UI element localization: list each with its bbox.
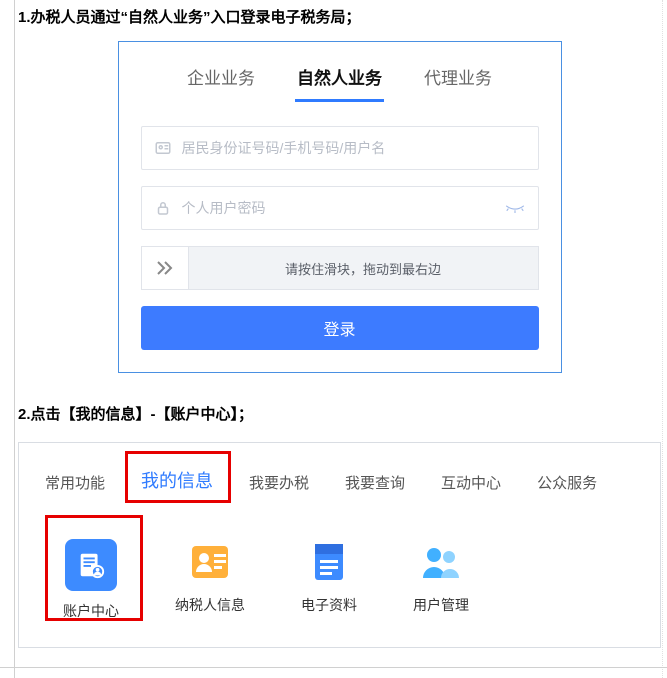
tile-label: 用户管理 — [413, 595, 469, 615]
lock-icon — [154, 199, 172, 217]
step1-text: 1.办税人员通过“自然人业务”入口登录电子税务局； — [18, 6, 661, 27]
tab-enterprise[interactable]: 企业业务 — [185, 60, 257, 102]
tile-user-mgmt[interactable]: 用户管理 — [413, 539, 469, 621]
nav-tab-handle[interactable]: 我要办税 — [245, 466, 313, 505]
nav-tab-interact[interactable]: 互动中心 — [437, 466, 505, 505]
tile-e-docs[interactable]: 电子资料 — [301, 539, 357, 621]
login-button[interactable]: 登录 — [141, 306, 539, 350]
tab-individual[interactable]: 自然人业务 — [295, 60, 384, 102]
captcha-slider[interactable]: 请按住滑块，拖动到最右边 — [141, 246, 539, 290]
pw-placeholder: 个人用户密码 — [182, 198, 504, 218]
tile-label: 账户中心 — [63, 601, 119, 621]
user-mgmt-icon — [418, 539, 464, 585]
tiles: 账户中心 纳税人信息 — [41, 539, 638, 621]
login-card: 企业业务 自然人业务 代理业务 居民身份证号码/手机号码/用户名 个人用户密码 — [118, 41, 562, 373]
nav-tab-common[interactable]: 常用功能 — [41, 466, 109, 505]
slider-handle[interactable] — [141, 246, 189, 290]
tile-account-center[interactable]: 账户中心 — [63, 539, 119, 621]
slider-track-text: 请按住滑块，拖动到最右边 — [189, 246, 539, 290]
taxpayer-info-icon — [187, 539, 233, 585]
double-chevron-icon — [155, 260, 175, 276]
login-tabs: 企业业务 自然人业务 代理业务 — [141, 60, 539, 102]
nav-card: 常用功能 我的信息 我要办税 我要查询 互动中心 公众服务 账户中心 — [18, 442, 661, 648]
id-input[interactable]: 居民身份证号码/手机号码/用户名 — [141, 126, 539, 170]
tile-taxpayer-info[interactable]: 纳税人信息 — [175, 539, 245, 621]
nav-tab-public[interactable]: 公众服务 — [533, 466, 601, 505]
id-card-icon — [154, 139, 172, 157]
e-docs-icon — [306, 539, 352, 585]
nav-tabs: 常用功能 我的信息 我要办税 我要查询 互动中心 公众服务 — [41, 461, 638, 505]
step2-text: 2.点击【我的信息】-【账户中心】； — [18, 403, 661, 424]
tile-label: 电子资料 — [301, 595, 357, 615]
tab-agent[interactable]: 代理业务 — [422, 60, 494, 102]
nav-tab-query[interactable]: 我要查询 — [341, 466, 409, 505]
password-input[interactable]: 个人用户密码 — [141, 186, 539, 230]
tile-label: 纳税人信息 — [175, 595, 245, 615]
nav-tab-myinfo[interactable]: 我的信息 — [137, 461, 217, 505]
show-password-icon[interactable] — [504, 202, 526, 214]
id-placeholder: 居民身份证号码/手机号码/用户名 — [182, 138, 526, 158]
account-center-icon — [65, 539, 117, 591]
